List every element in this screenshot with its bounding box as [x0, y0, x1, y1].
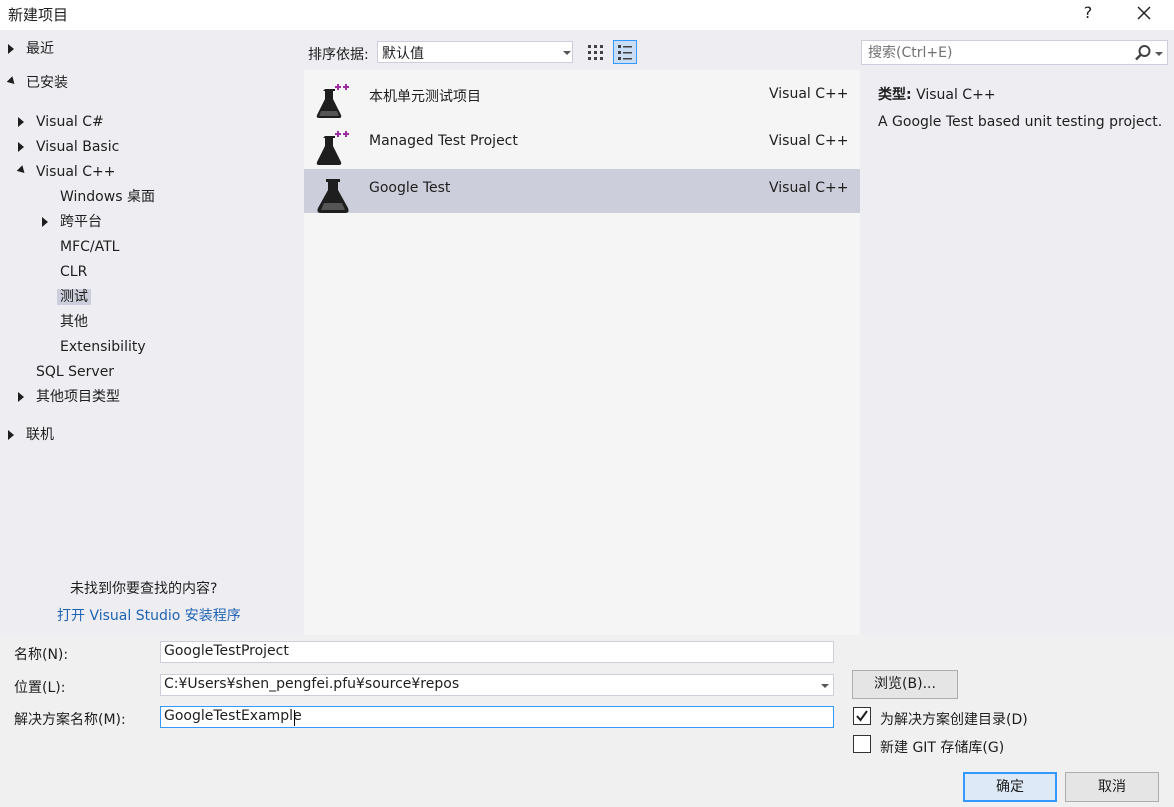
project-template-item[interactable]: Managed Test Project Visual C++ — [304, 122, 860, 166]
tree-label: 最近 — [26, 41, 54, 57]
type-value: Visual C++ — [916, 87, 996, 103]
help-button[interactable]: ? — [1080, 3, 1096, 22]
tree-node-extensibility[interactable]: Extensibility — [60, 337, 146, 357]
search-icon[interactable] — [1134, 44, 1152, 62]
tree-node-other[interactable]: 其他 — [60, 312, 88, 332]
chevron-down-icon — [563, 51, 571, 55]
new-git-repo-label[interactable]: 新建 GIT 存储库(G) — [880, 737, 1004, 757]
cancel-button[interactable]: 取消 — [1065, 772, 1159, 802]
tree-label: Visual C++ — [36, 164, 116, 180]
browse-button[interactable]: 浏览(B)... — [852, 670, 958, 699]
tree-node-mfc-atl[interactable]: MFC/ATL — [60, 237, 119, 257]
list-view-icon — [618, 45, 632, 60]
open-installer-link[interactable]: 打开 Visual Studio 安装程序 — [57, 605, 241, 625]
sort-value: 默认值 — [382, 46, 424, 62]
ok-button[interactable]: 确定 — [963, 772, 1057, 802]
solution-name-label: 解决方案名称(M): — [14, 712, 126, 728]
tree-label: 已安装 — [26, 75, 68, 91]
tree-label: 跨平台 — [60, 214, 102, 230]
location-value: C:¥Users¥shen_pengfei.pfu¥source¥repos — [164, 676, 460, 692]
title-bar — [0, 0, 1174, 30]
project-type-info: 类型: Visual C++ — [878, 84, 996, 104]
tree-label: SQL Server — [36, 364, 115, 380]
project-template-item-selected[interactable]: Google Test Visual C++ — [304, 169, 860, 213]
close-button[interactable] — [1132, 2, 1156, 24]
location-combobox[interactable]: C:¥Users¥shen_pengfei.pfu¥source¥repos — [160, 674, 834, 696]
expand-arrow-icon — [18, 392, 24, 402]
tree-label: Visual C# — [36, 114, 104, 130]
flask-plus-icon — [316, 131, 349, 165]
grid-view-icon — [588, 45, 603, 60]
tree-label: Visual Basic — [36, 139, 120, 155]
project-settings-panel: 名称(N): GoogleTestProject 位置(L): C:¥Users… — [0, 635, 1174, 807]
project-language: Visual C++ — [769, 86, 849, 102]
not-found-text: 未找到你要查找的内容? — [70, 581, 218, 597]
project-name: Managed Test Project — [369, 133, 518, 149]
search-input[interactable] — [866, 43, 1120, 63]
project-template-item[interactable]: 本机单元测试项目 Visual C++ — [304, 75, 860, 119]
tree-label: 测试 — [57, 289, 91, 305]
tree-node-test[interactable]: 测试 — [57, 287, 91, 307]
expand-arrow-icon — [8, 430, 14, 440]
sort-dropdown[interactable]: 默认值 — [377, 41, 573, 63]
tree-label: 其他 — [60, 314, 88, 330]
expand-arrow-icon — [8, 44, 14, 54]
solution-name-field[interactable]: GoogleTestExample — [160, 706, 834, 728]
window-title: 新建项目 — [8, 6, 69, 24]
tree-label: Extensibility — [60, 339, 146, 355]
tree-label: MFC/ATL — [60, 239, 120, 255]
expand-arrow-icon — [18, 142, 24, 152]
flask-icon — [317, 179, 349, 213]
create-directory-label[interactable]: 为解决方案创建目录(D) — [880, 709, 1028, 729]
tree-label: Windows 桌面 — [60, 189, 155, 205]
project-name-value: GoogleTestProject — [164, 643, 289, 659]
text-caret — [294, 710, 295, 726]
checkmark-icon — [856, 710, 868, 722]
list-view-button[interactable] — [613, 40, 637, 64]
close-icon — [1137, 6, 1151, 20]
chevron-down-icon[interactable] — [1155, 52, 1163, 56]
new-git-repo-checkbox[interactable] — [853, 735, 871, 753]
project-name: Google Test — [369, 180, 451, 196]
tree-label: 联机 — [26, 427, 54, 443]
tree-label: CLR — [60, 264, 88, 280]
project-language: Visual C++ — [769, 180, 849, 196]
project-template-list: 本机单元测试项目 Visual C++ Managed Test Project… — [304, 70, 860, 635]
project-name: 本机单元测试项目 — [369, 89, 481, 105]
tree-node-windows-desktop[interactable]: Windows 桌面 — [60, 187, 155, 207]
grid-view-button[interactable] — [585, 41, 607, 63]
sort-label: 排序依据: — [308, 47, 369, 63]
tree-node-clr[interactable]: CLR — [60, 262, 87, 282]
solution-name-value: GoogleTestExample — [164, 708, 302, 724]
expand-arrow-icon — [42, 217, 48, 227]
project-name-field[interactable]: GoogleTestProject — [160, 641, 834, 663]
tree-node-sql-server[interactable]: SQL Server — [36, 362, 114, 382]
project-language: Visual C++ — [769, 133, 849, 149]
tree-label: 其他项目类型 — [36, 389, 120, 405]
expand-arrow-icon — [18, 117, 24, 127]
project-description: A Google Test based unit testing project… — [878, 114, 1163, 130]
location-label: 位置(L): — [14, 680, 66, 696]
flask-plus-icon — [316, 84, 349, 118]
name-label: 名称(N): — [14, 647, 69, 663]
search-box[interactable] — [861, 40, 1168, 65]
type-label: 类型: — [878, 87, 912, 103]
create-directory-checkbox[interactable] — [853, 707, 871, 725]
chevron-down-icon[interactable] — [821, 684, 829, 688]
